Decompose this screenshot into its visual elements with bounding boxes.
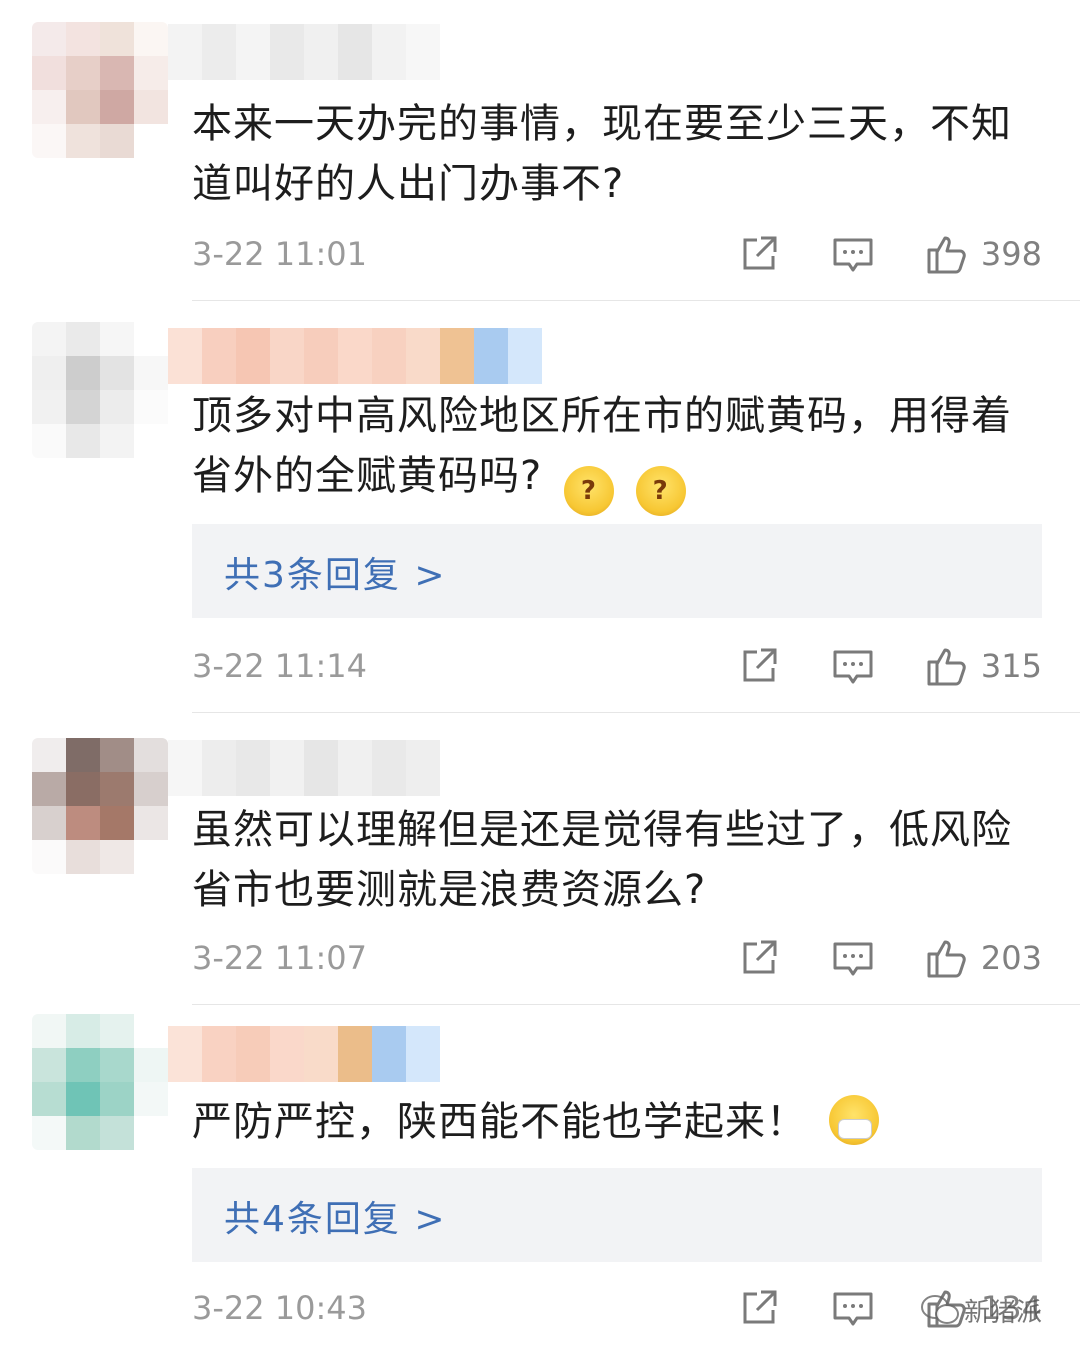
username-blurred[interactable] [168,328,542,384]
username-blurred[interactable] [168,1026,440,1082]
comment-text: 顶多对中高风险地区所在市的赋黄码，用得着省外的全赋黄码吗? ? ? [192,386,1052,516]
watermark: 新猪派 [920,1290,1042,1330]
comment-meta: 3-22 11:14 315 [192,642,1042,690]
like-count: 398 [980,235,1042,273]
share-icon[interactable] [737,232,781,276]
wechat-icon [921,1295,959,1324]
share-icon[interactable] [737,1286,781,1330]
reply-summary[interactable]: 共3条回复 > [192,524,1042,618]
divider [192,1004,1080,1005]
comment-icon[interactable] [831,1286,875,1330]
username-blurred[interactable] [168,24,440,80]
share-icon[interactable] [737,936,781,980]
reply-count-link[interactable]: 共3条回复 > [224,546,447,598]
avatar[interactable] [32,22,168,158]
comment-icon[interactable] [831,644,875,688]
reply-count-link[interactable]: 共4条回复 > [224,1190,447,1242]
share-icon[interactable] [737,644,781,688]
mask-face-icon [828,1095,879,1145]
like-count: 315 [980,647,1042,685]
comment-time: 3-22 11:07 [192,939,368,977]
comment-meta: 3-22 10:43 134 [192,1284,1042,1332]
comment-time: 3-22 11:01 [192,235,368,273]
comment-text: 严防严控，陕西能不能也学起来！ [192,1092,1052,1152]
like-count: 203 [980,939,1042,977]
reply-summary[interactable]: 共4条回复 > [192,1168,1042,1262]
comment-icon[interactable] [831,232,875,276]
comment-text: 虽然可以理解但是还是觉得有些过了，低风险省市也要测就是浪费资源么? [192,807,1012,913]
watermark-text: 新猪派 [964,1297,1043,1328]
thumbs-up-icon[interactable] [925,644,969,688]
divider [192,712,1080,713]
comment-text: 本来一天办完的事情，现在要至少三天，不知道叫好的人出门办事不? [192,101,1012,207]
comment-meta: 3-22 11:01 398 [192,230,1042,278]
confused-face-icon: ? [635,466,686,516]
avatar[interactable] [32,1014,168,1150]
comment-time: 3-22 10:43 [192,1289,368,1327]
comment-icon[interactable] [831,936,875,980]
confused-face-icon: ? [563,466,614,516]
comment-meta: 3-22 11:07 203 [192,934,1042,982]
thumbs-up-icon[interactable] [925,936,969,980]
username-blurred[interactable] [168,740,440,796]
avatar[interactable] [32,322,168,458]
avatar[interactable] [32,738,168,874]
comment-time: 3-22 11:14 [192,647,368,685]
divider [192,300,1080,301]
thumbs-up-icon[interactable] [925,232,969,276]
